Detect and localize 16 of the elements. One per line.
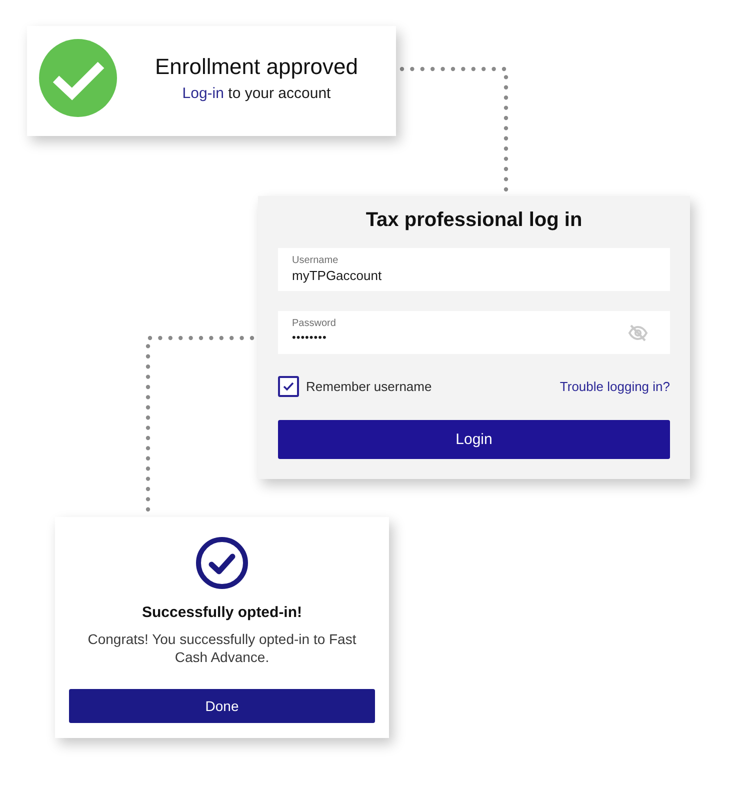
remember-label: Remember username	[306, 379, 432, 394]
checkmark-icon	[283, 382, 294, 391]
login-title: Tax professional log in	[366, 208, 582, 232]
check-circle-icon	[196, 537, 248, 589]
check-circle-icon	[39, 39, 117, 117]
trouble-login-link[interactable]: Trouble logging in?	[560, 379, 670, 394]
login-prompt: Log-in to your account	[182, 84, 331, 104]
enrollment-title: Enrollment approved	[154, 54, 358, 80]
remember-checkbox[interactable]	[278, 376, 299, 397]
login-button[interactable]: Login	[278, 420, 670, 459]
success-message: Congrats! You successfully opted-in to Fast Cash Advance.	[86, 630, 358, 666]
password-field[interactable]: Password ••••••••	[278, 311, 670, 354]
success-title: Successfully opted-in!	[142, 603, 302, 623]
username-field[interactable]: Username myTPGaccount	[278, 248, 670, 291]
done-button[interactable]: Done	[69, 689, 375, 723]
login-link[interactable]: Log-in	[182, 85, 224, 102]
